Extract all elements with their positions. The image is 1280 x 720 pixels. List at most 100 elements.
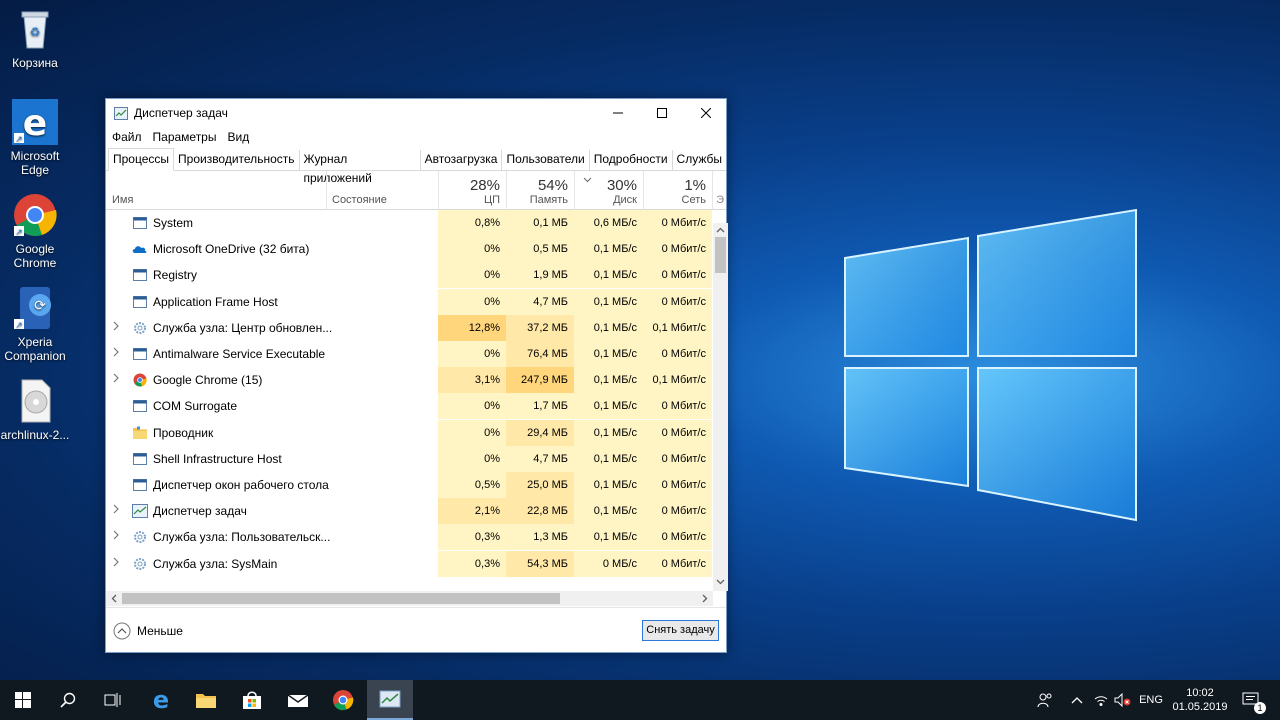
menu-options[interactable]: Параметры: [153, 130, 217, 144]
expand-chevron-icon[interactable]: [113, 504, 123, 516]
expand-chevron-icon[interactable]: [113, 347, 123, 359]
column-cpu-header[interactable]: 28% ЦП: [438, 171, 506, 210]
sort-descending-icon: [583, 177, 592, 183]
vertical-scrollbar[interactable]: [713, 223, 728, 591]
process-row[interactable]: Application Frame Host 0% 4,7 МБ 0,1 МБ/с 0 …: [106, 288, 712, 315]
process-row[interactable]: Shell Infrastructure Host 0% 4,7 МБ 0,1 МБ/…: [106, 445, 712, 472]
taskbar-task-manager[interactable]: [367, 680, 413, 720]
network-cell: 0 Мбит/с: [643, 524, 712, 551]
search-button[interactable]: [45, 680, 91, 720]
column-name-header[interactable]: Имя: [112, 194, 133, 206]
vertical-scroll-thumb[interactable]: [715, 237, 726, 273]
column-disk-header[interactable]: 30% Диск: [574, 171, 643, 210]
tab-details[interactable]: Подробности: [590, 150, 673, 170]
taskbar-file-explorer[interactable]: [183, 680, 229, 720]
tab-startup[interactable]: Автозагрузка: [421, 150, 503, 170]
process-name: Registry: [153, 268, 198, 283]
process-row[interactable]: Служба узла: Центр обновлен... 12,8% 37,2 …: [106, 314, 712, 341]
disk-cell: 0,1 МБ/с: [574, 262, 643, 289]
network-cell: 0 Мбит/с: [643, 236, 712, 263]
process-name: Shell Infrastructure Host: [153, 451, 282, 466]
scroll-down-icon[interactable]: [716, 579, 725, 585]
column-network-header[interactable]: 1% Сеть: [643, 171, 712, 210]
fewer-details-button[interactable]: Меньше: [113, 622, 183, 640]
tab-app-history[interactable]: Журнал приложений: [300, 150, 421, 185]
taskbar-mail[interactable]: [275, 680, 321, 720]
tab-users[interactable]: Пользователи: [502, 150, 590, 170]
desktop-icon-archlinux[interactable]: archlinux-2...: [0, 378, 70, 442]
search-icon: [60, 692, 76, 708]
app-window-icon: [132, 347, 148, 361]
task-view-button[interactable]: [90, 680, 136, 720]
expand-chevron-icon[interactable]: [113, 557, 123, 569]
menu-view[interactable]: Вид: [227, 130, 249, 144]
network-cell: 0 Мбит/с: [643, 445, 712, 472]
network-cell: 0 Мбит/с: [643, 550, 712, 577]
process-row[interactable]: COM Surrogate 0% 1,7 МБ 0,1 МБ/с 0 Мбит/с: [106, 393, 712, 420]
network-cell: 0 Мбит/с: [643, 341, 712, 367]
process-row[interactable]: Диспетчер задач 2,1% 22,8 МБ 0,1 МБ/с 0 Мбит…: [106, 498, 712, 525]
desktop-icon-chrome[interactable]: ↗ Google Chrome: [0, 192, 70, 270]
scroll-left-icon[interactable]: [111, 594, 117, 603]
chrome-icon: [333, 690, 354, 711]
taskbar-chrome[interactable]: [320, 680, 366, 720]
svg-text:↗: ↗: [15, 227, 23, 237]
close-button[interactable]: [684, 99, 728, 127]
minimize-button[interactable]: [596, 99, 640, 127]
network-button[interactable]: [1090, 680, 1112, 720]
process-row[interactable]: Проводник 0% 29,4 МБ 0,1 МБ/с 0 Мбит/с: [106, 419, 712, 446]
menu-file[interactable]: Файл: [112, 130, 142, 144]
process-name: Диспетчер окон рабочего стола: [153, 478, 329, 492]
disk-cell: 0,1 МБ/с: [574, 236, 643, 263]
expand-chevron-icon[interactable]: [113, 530, 123, 542]
svg-text:♻: ♻: [30, 25, 41, 39]
show-hidden-icons-button[interactable]: [1066, 680, 1088, 720]
volume-button[interactable]: [1112, 680, 1134, 720]
desktop-icon-recycle-bin[interactable]: ♻ Корзина: [0, 6, 70, 70]
desktop-icon-edge[interactable]: e ↗ Microsoft Edge: [0, 99, 70, 177]
expand-chevron-icon[interactable]: [113, 321, 123, 333]
desktop-icon-xperia[interactable]: ⟳ ↗ Xperia Companion: [0, 285, 70, 363]
process-row[interactable]: Диспетчер окон рабочего стола 0,5% 25,0 МБ…: [106, 472, 712, 498]
tab-processes[interactable]: Процессы: [108, 148, 175, 171]
process-row[interactable]: Google Chrome (15) 3,1% 247,9 МБ 0,1 МБ/с 0,…: [106, 367, 712, 394]
process-table: System 0,8% 0,1 МБ 0,6 МБ/с 0 Мбит/с Microsof…: [106, 210, 726, 578]
disk-total-percent: 30%: [606, 177, 637, 194]
disk-cell: 0,1 МБ/с: [574, 314, 643, 341]
process-row[interactable]: Antimalware Service Executable 0% 76,4 МБ 0…: [106, 341, 712, 367]
scroll-right-icon[interactable]: [702, 594, 708, 603]
taskbar-store[interactable]: [229, 680, 275, 720]
end-task-button[interactable]: Снять задачу: [642, 620, 719, 641]
clock[interactable]: 10:02 01.05.2019: [1168, 680, 1232, 720]
memory-cell: 1,7 МБ: [506, 393, 574, 420]
process-row[interactable]: Служба узла: Пользовательск... 0,3% 1,3 МБ…: [106, 524, 712, 551]
desktop-icon-label: archlinux-2...: [0, 428, 70, 442]
process-row[interactable]: System 0,8% 0,1 МБ 0,6 МБ/с 0 Мбит/с: [106, 210, 712, 236]
cpu-cell: 0%: [438, 262, 506, 289]
process-row[interactable]: Служба узла: SysMain 0,3% 54,3 МБ 0 МБ/с 0 М…: [106, 550, 712, 577]
taskbar-edge[interactable]: e: [138, 680, 184, 720]
people-button[interactable]: [1032, 680, 1058, 720]
process-row[interactable]: Microsoft OneDrive (32 бита) 0% 0,5 МБ 0,1 …: [106, 236, 712, 263]
title-bar[interactable]: Диспетчер задач: [106, 99, 726, 127]
process-row[interactable]: Registry 0% 1,9 МБ 0,1 МБ/с 0 Мбит/с: [106, 262, 712, 289]
start-button[interactable]: [0, 680, 46, 720]
language-indicator[interactable]: ENG: [1136, 680, 1166, 720]
scroll-up-icon[interactable]: [716, 227, 725, 233]
task-manager-icon: [379, 690, 401, 708]
xperia-icon: ⟳ ↗: [12, 285, 58, 331]
horizontal-scroll-thumb[interactable]: [122, 593, 560, 604]
maximize-button[interactable]: [640, 99, 684, 127]
expand-chevron-icon[interactable]: [113, 373, 123, 385]
tab-performance[interactable]: Производительность: [174, 150, 300, 170]
volume-muted-icon: [1114, 693, 1131, 707]
horizontal-scrollbar[interactable]: [106, 591, 713, 606]
app-window-icon: [132, 216, 148, 230]
process-name: Antimalware Service Executable: [153, 347, 326, 361]
column-overflow-header[interactable]: Э: [712, 171, 726, 210]
task-manager-icon: [132, 504, 148, 519]
action-center-button[interactable]: 1: [1236, 680, 1266, 720]
process-name: COM Surrogate: [153, 399, 238, 414]
column-memory-header[interactable]: 54% Память: [506, 171, 574, 210]
tab-services[interactable]: Службы: [673, 150, 726, 170]
